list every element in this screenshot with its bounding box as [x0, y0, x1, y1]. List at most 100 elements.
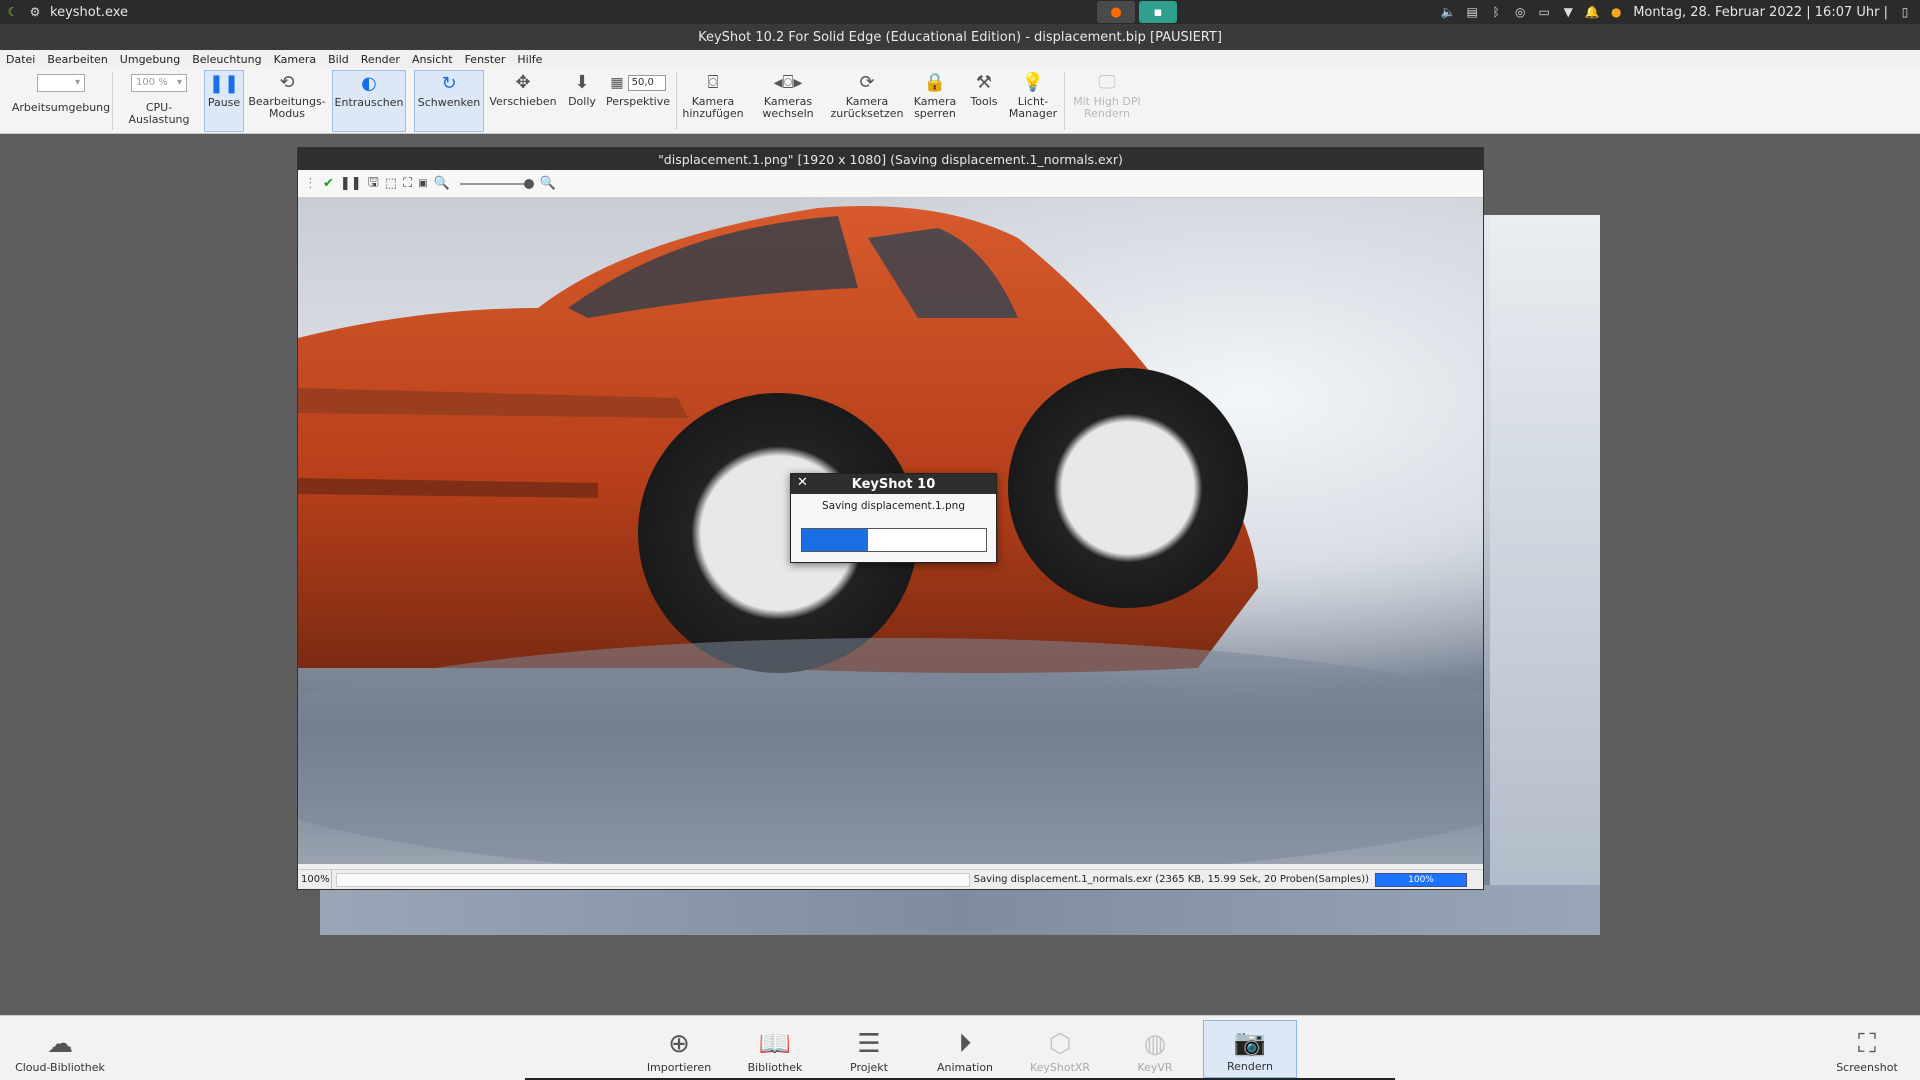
perspective-icon: ▦	[610, 75, 624, 91]
menu-beleuchtung[interactable]: Beleuchtung	[192, 53, 261, 66]
pause-icon[interactable]: ❚❚	[340, 176, 362, 191]
actual-size-icon[interactable]: ▣	[418, 178, 427, 189]
dolly-button[interactable]: ⬇ Dolly	[562, 70, 602, 132]
menu-bild[interactable]: Bild	[328, 53, 349, 66]
dialog-message: Saving displacement.1.png	[822, 500, 965, 512]
pause-icon: ❚❚	[208, 73, 240, 94]
camera-switch-icon: ◂⌼▸	[773, 72, 803, 93]
update-icon[interactable]: ◎	[1513, 5, 1527, 19]
chevron-down-icon: ▾	[176, 77, 182, 88]
play-icon: ⏵	[958, 1028, 972, 1059]
keyvr-button[interactable]: ◍ KeyVR	[1108, 1020, 1202, 1078]
tools-button[interactable]: ⚒ Tools	[964, 70, 1004, 132]
render-camera-icon: 📷	[1233, 1028, 1267, 1058]
lock-camera-button[interactable]: 🔒 Kamera sperren	[910, 70, 960, 132]
camera-lock-icon: 🔒	[923, 72, 947, 93]
light-manager-button[interactable]: 💡 Licht- Manager	[1006, 70, 1060, 132]
cube-icon: ⬡	[1048, 1029, 1072, 1059]
render-button[interactable]: 📷 Rendern	[1203, 1020, 1297, 1078]
pause-button[interactable]: ❚❚ Pause	[204, 70, 244, 132]
cloud-library-button[interactable]: ☁ Cloud-Bibliothek	[12, 1020, 108, 1078]
project-list-icon: ☰	[857, 1029, 881, 1059]
firefox-task-icon[interactable]: ●	[1097, 1, 1135, 23]
pan-button[interactable]: ✥ Verschieben	[488, 70, 558, 132]
import-button[interactable]: ⊕ Importieren	[632, 1020, 726, 1078]
taskbar-app-name[interactable]: keyshot.exe	[50, 5, 128, 20]
environment-dropdown[interactable]: ▾	[37, 74, 85, 92]
bottom-toolbar: ☁ Cloud-Bibliothek ⊕ Importieren 📖 Bibli…	[0, 1015, 1920, 1080]
terminal-task-icon[interactable]: ▪	[1139, 1, 1177, 23]
camera-reset-icon: ⟳	[859, 72, 875, 93]
keyshot-app-icon: ⚙	[29, 5, 41, 19]
rotate-icon: ↻	[441, 73, 457, 94]
render-progress-bar: 100%	[1375, 872, 1467, 887]
app-menu-icon[interactable]: ☾	[6, 5, 20, 19]
menu-fenster[interactable]: Fenster	[465, 53, 506, 66]
zoom-in-icon[interactable]: 🔍	[540, 176, 556, 191]
zoom-slider[interactable]	[459, 178, 534, 189]
cpu-usage-dropdown[interactable]: 100 % ▾	[131, 74, 187, 92]
edit-mode-button[interactable]: ⟲ Bearbeitungs- Modus	[248, 70, 326, 132]
crop-icon[interactable]: ⬚	[385, 176, 397, 191]
library-button[interactable]: 📖 Bibliothek	[728, 1020, 822, 1078]
toolbar-divider	[676, 72, 677, 130]
light-bulb-icon: 💡	[1021, 72, 1045, 93]
tumble-button[interactable]: ↻ Schwenken	[414, 70, 484, 132]
zoom-out-icon[interactable]: 🔍	[434, 176, 450, 191]
close-icon[interactable]: ✕	[797, 475, 808, 490]
denoise-button[interactable]: ◐ Entrauschen	[332, 70, 406, 132]
monitor-icon: 🖵	[1098, 72, 1116, 93]
menu-kamera[interactable]: Kamera	[274, 53, 317, 66]
saving-dialog: ✕ KeyShot 10 Saving displacement.1.png	[790, 473, 997, 563]
dialog-title: KeyShot 10	[851, 476, 936, 492]
arbeitsumgebung-label: Arbeitsumgebung	[11, 101, 111, 114]
checkmark-icon[interactable]: ✔	[323, 176, 334, 191]
denoise-icon: ◐	[361, 73, 377, 94]
panel-menu-icon[interactable]: ▯	[1898, 5, 1912, 19]
add-camera-button[interactable]: ⌼ Kamera hinzufügen	[680, 70, 746, 132]
high-dpi-render-button[interactable]: 🖵 Mit High DPI Rendern	[1068, 70, 1146, 132]
cpu-usage-label: CPU-Auslastung	[128, 101, 190, 126]
clipboard-icon[interactable]: ▤	[1465, 5, 1479, 19]
wifi-icon[interactable]: ▼	[1561, 5, 1575, 19]
environment-dropdown-group: ▾ Arbeitsumgebung	[12, 70, 110, 132]
arrow-down-icon: ⬇	[574, 72, 590, 93]
animation-button[interactable]: ⏵ Animation	[918, 1020, 1012, 1078]
menu-ansicht[interactable]: Ansicht	[412, 53, 453, 66]
menu-render[interactable]: Render	[361, 53, 400, 66]
perspective-input[interactable]: 50,0	[627, 75, 666, 91]
menu-umgebung[interactable]: Umgebung	[120, 53, 180, 66]
clock[interactable]: Montag, 28. Februar 2022 | 16:07 Uhr |	[1633, 5, 1888, 20]
save-icon[interactable]: 🖫	[368, 173, 379, 195]
perspective-group: ▦ 50,0 Perspektive	[605, 75, 671, 108]
menu-hilfe[interactable]: Hilfe	[517, 53, 542, 66]
edit-mode-icon: ⟲	[279, 72, 295, 93]
saving-progress-fill	[802, 529, 869, 551]
notification-bell-icon[interactable]: 🔔	[1585, 5, 1600, 19]
reset-camera-button[interactable]: ⟳ Kamera zurücksetzen	[828, 70, 906, 132]
screenshot-button[interactable]: ⛶ Screenshot	[1820, 1020, 1914, 1078]
volume-icon[interactable]: 🔈	[1441, 5, 1456, 19]
cloud-library-icon: ☁	[47, 1029, 73, 1059]
drag-handle-icon[interactable]: ⋮	[304, 176, 317, 191]
book-icon: 📖	[758, 1029, 792, 1059]
chevron-down-icon: ▾	[74, 77, 80, 88]
menu-bearbeiten[interactable]: Bearbeiten	[47, 53, 107, 66]
camera-add-icon: ⌼	[707, 72, 719, 93]
saving-progress-bar	[801, 528, 987, 552]
menu-datei[interactable]: Datei	[6, 53, 35, 66]
status-dot-icon: ●	[1610, 5, 1622, 19]
dialog-title-bar: ✕ KeyShot 10	[791, 474, 996, 494]
switch-camera-button[interactable]: ◂⌼▸ Kameras wechseln	[752, 70, 824, 132]
bluetooth-icon[interactable]: ᛒ	[1489, 5, 1503, 19]
import-icon: ⊕	[668, 1029, 690, 1059]
keyshotxr-button[interactable]: ⬡ KeyShotXR	[1013, 1020, 1107, 1078]
move-icon: ✥	[515, 72, 531, 93]
render-status-bar: 100% Saving displacement.1_normals.exr (…	[298, 869, 1483, 889]
project-button[interactable]: ☰ Projekt	[822, 1020, 916, 1078]
cpu-usage-group: 100 % ▾ CPU-Auslastung	[116, 70, 202, 132]
window-title: KeyShot 10.2 For Solid Edge (Educational…	[0, 24, 1920, 50]
toolbar-divider	[112, 72, 113, 130]
storage-icon[interactable]: ▭	[1537, 5, 1551, 19]
fit-view-icon[interactable]: ⛶	[403, 176, 412, 191]
